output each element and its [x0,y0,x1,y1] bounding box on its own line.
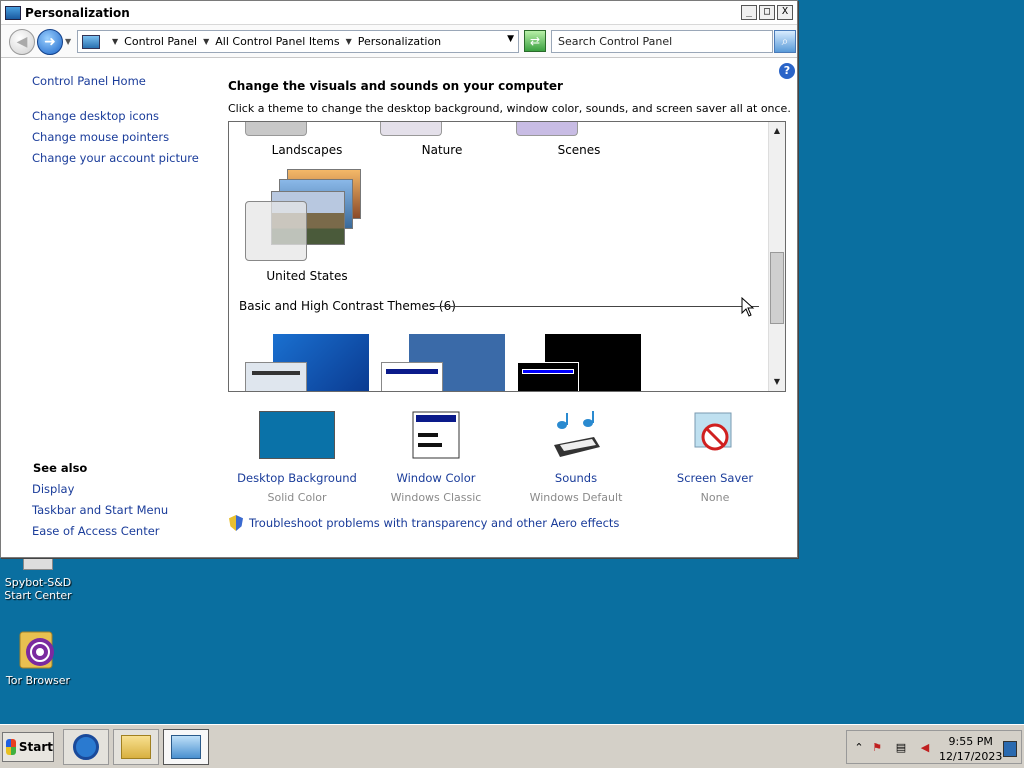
window-title: Personalization [25,5,130,20]
search-icon[interactable]: ⌕ [774,30,796,53]
desktop-icon-spybot[interactable]: Spybot-S&D Start Center [0,558,76,602]
page-description: Click a theme to change the desktop back… [228,102,791,115]
setting-name[interactable]: Window Color [366,471,506,485]
clock-date: 12/17/2023 [939,750,1003,763]
display-link[interactable]: Display [32,482,74,496]
screen-saver-icon [691,411,739,461]
personalization-window: Personalization _ □ X ◀ ➜ ▼ ▼ Control Pa… [0,0,798,558]
minimize-button[interactable]: _ [741,5,757,20]
group-divider [434,306,759,307]
chevron-down-icon[interactable]: ▼ [112,37,118,46]
tor-browser-icon [18,626,58,670]
taskbar-start-menu-link[interactable]: Taskbar and Start Menu [32,503,168,517]
page-title: Change the visuals and sounds on your co… [228,79,563,93]
window-color-setting[interactable]: Window Color Windows Classic [366,411,506,504]
address-bar[interactable]: ▼ Control Panel ▼ All Control Panel Item… [77,30,519,53]
breadcrumb-personalization[interactable]: Personalization [358,35,441,48]
show-desktop-icon[interactable] [1003,741,1017,757]
personalization-app-icon [5,5,21,20]
troubleshoot-aero-link[interactable]: Troubleshoot problems with transparency … [229,515,619,531]
recent-pages-dropdown-icon[interactable]: ▼ [65,37,71,46]
taskbar-control-panel-button[interactable] [163,729,209,765]
theme-scenes[interactable]: Scenes [517,143,641,157]
volume-muted-icon[interactable]: ◀ [917,741,933,757]
system-tray: ⌃ ⚑ ▤ ◀ 9:55 PM 12/17/2023 [846,730,1022,764]
chevron-down-icon[interactable]: ▼ [346,37,352,46]
change-desktop-icons-link[interactable]: Change desktop icons [32,109,159,123]
start-label: Start [18,740,53,754]
action-center-flag-icon[interactable]: ⚑ [869,741,885,757]
basic-themes-group-header[interactable]: Basic and High Contrast Themes (6) [239,299,456,313]
theme-list[interactable]: Landscapes Nature Scenes United States B… [228,121,786,392]
setting-name[interactable]: Desktop Background [227,471,367,485]
breadcrumb-control-panel[interactable]: Control Panel [124,35,197,48]
desktop-icon-label: Spybot-S&D Start Center [4,576,72,602]
breadcrumb-all-items[interactable]: All Control Panel Items [215,35,339,48]
taskbar-chrome-button[interactable] [63,729,109,765]
taskbar-explorer-button[interactable] [113,729,159,765]
navigation-bar: ◀ ➜ ▼ ▼ Control Panel ▼ All Control Pane… [1,25,797,58]
close-button[interactable]: X [777,5,793,20]
chevron-down-icon[interactable]: ▼ [203,37,209,46]
back-button[interactable]: ◀ [9,29,35,55]
scroll-down-arrow-icon[interactable]: ▼ [770,375,784,389]
address-dropdown-icon[interactable]: ▼ [507,34,514,44]
setting-value: None [700,491,730,504]
folder-icon [121,735,151,759]
change-account-picture-link[interactable]: Change your account picture [32,151,199,165]
setting-value: Windows Classic [390,491,482,504]
help-icon[interactable]: ? [779,63,795,79]
setting-value: Solid Color [267,491,327,504]
scroll-thumb[interactable] [770,252,784,324]
shield-icon [229,515,243,531]
change-mouse-pointers-link[interactable]: Change mouse pointers [32,130,169,144]
theme-list-scrollbar[interactable]: ▲ ▼ [768,122,785,391]
search-input[interactable]: Search Control Panel [551,30,773,53]
see-also-heading: See also [33,461,88,475]
united-states-thumbnail[interactable] [243,167,367,263]
ease-of-access-link[interactable]: Ease of Access Center [32,524,160,538]
solid-color-swatch-icon [259,411,335,459]
desktop-background-setting[interactable]: Desktop Background Solid Color [227,411,367,504]
setting-value: Windows Default [529,491,623,504]
theme-united-states[interactable]: United States [245,269,369,283]
nature-thumbnail[interactable] [380,122,442,136]
title-bar[interactable]: Personalization _ □ X [1,1,797,25]
theme-landscapes[interactable]: Landscapes [245,143,369,157]
show-hidden-icons-icon[interactable]: ⌃ [851,741,867,757]
desktop-icon-label: Tor Browser [5,674,71,687]
sounds-setting[interactable]: Sounds Windows Default [506,411,646,504]
scroll-up-arrow-icon[interactable]: ▲ [770,124,784,138]
landscapes-thumbnail[interactable] [245,122,307,136]
taskbar: Start ⌃ ⚑ ▤ ◀ 9:55 PM 12/17/2023 [0,724,1024,768]
setting-name[interactable]: Sounds [506,471,646,485]
network-icon[interactable]: ▤ [893,741,909,757]
theme-nature[interactable]: Nature [380,143,504,157]
browser-icon [73,734,99,760]
setting-name[interactable]: Screen Saver [645,471,785,485]
desktop-icon-tor-browser[interactable]: Tor Browser [0,626,76,687]
spybot-icon [23,558,53,570]
windows-logo-icon [6,739,16,755]
control-panel-home-link[interactable]: Control Panel Home [32,74,146,88]
refresh-button[interactable]: ⇄ [524,30,546,52]
sounds-icon [550,411,602,461]
control-panel-icon [82,34,100,49]
control-panel-icon [171,735,201,759]
clock[interactable]: 9:55 PM 12/17/2023 [939,734,1002,764]
forward-button[interactable]: ➜ [37,29,63,55]
screen-saver-setting[interactable]: Screen Saver None [645,411,785,504]
clock-time: 9:55 PM [948,735,993,748]
start-button[interactable]: Start [2,732,54,762]
task-sidebar: Control Panel Home Change desktop icons … [1,59,211,557]
scenes-thumbnail[interactable] [516,122,578,136]
window-color-icon [412,411,460,461]
troubleshoot-label[interactable]: Troubleshoot problems with transparency … [249,516,619,530]
maximize-button[interactable]: □ [759,5,775,20]
